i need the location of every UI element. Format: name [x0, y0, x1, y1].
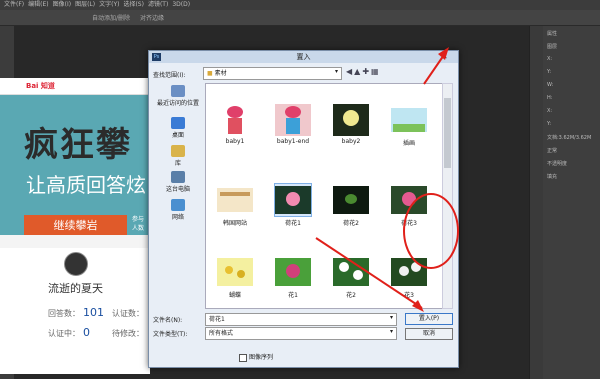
arrow-to-place-button [315, 237, 423, 309]
arrowhead [438, 47, 449, 60]
annotation-arrows [315, 47, 449, 312]
